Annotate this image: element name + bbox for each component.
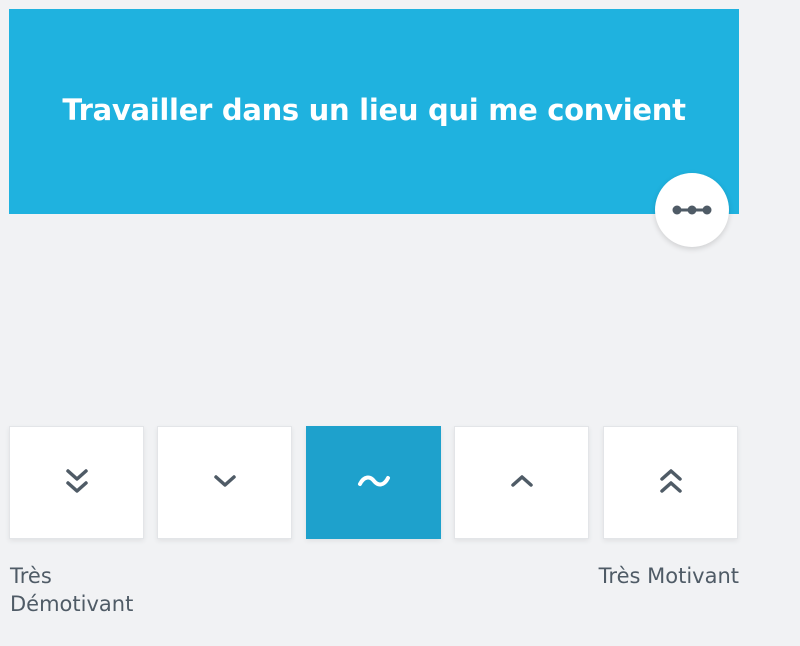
statement-title: Travailler dans un lieu qui me convient (62, 92, 686, 127)
chevron-up-icon (510, 473, 534, 493)
scale-option-neutral[interactable] (306, 426, 441, 539)
double-chevron-down-icon (65, 467, 89, 499)
scale-label-max: Très Motivant (598, 564, 739, 588)
scale-option-very-motivating[interactable] (603, 426, 738, 539)
scale-option-very-demotivating[interactable] (9, 426, 144, 539)
double-chevron-up-icon (659, 467, 683, 499)
scale-option-demotivating[interactable] (157, 426, 292, 539)
more-options-button[interactable] (655, 173, 729, 247)
more-options-icon (672, 201, 712, 220)
scale-option-motivating[interactable] (454, 426, 589, 539)
chevron-down-icon (213, 473, 237, 493)
motivation-scale (9, 426, 739, 539)
tilde-icon (357, 473, 391, 493)
scale-label-min: Très Démotivant (10, 564, 134, 616)
statement-card: Travailler dans un lieu qui me convient (9, 9, 739, 214)
